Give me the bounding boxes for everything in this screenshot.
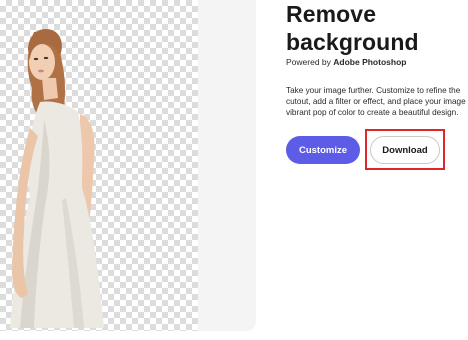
powered-prefix: Powered by (286, 57, 331, 67)
preview-background (198, 0, 256, 331)
page-title: Remove background (286, 0, 466, 56)
preview-panel (0, 0, 256, 331)
powered-by-text: Powered by Adobe Photoshop (286, 57, 406, 67)
download-button[interactable]: Download (370, 136, 440, 164)
description-text: Take your image further. Customize to re… (286, 86, 466, 117)
title-line-2: background (286, 29, 419, 55)
title-line-1: Remove (286, 1, 377, 27)
powered-brand: Adobe Photoshop (333, 57, 407, 67)
customize-button[interactable]: Customize (286, 136, 360, 164)
person-cutout-image (10, 28, 104, 329)
